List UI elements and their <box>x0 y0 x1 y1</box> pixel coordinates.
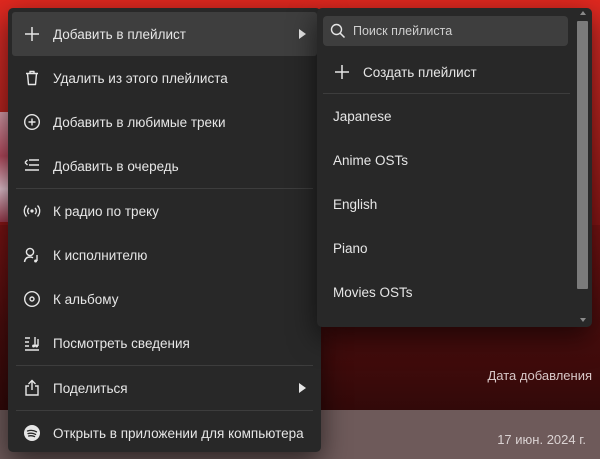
menu-item-label: К радио по треку <box>53 203 159 219</box>
submenu-scrollbar[interactable] <box>576 8 592 327</box>
menu-item-label: Добавить в любимые треки <box>53 114 226 130</box>
menu-item-add-to-playlist[interactable]: Добавить в плейлист <box>12 12 317 56</box>
spotify-icon <box>22 423 42 443</box>
chevron-right-icon <box>299 383 306 393</box>
create-playlist-label: Создать плейлист <box>363 64 477 80</box>
menu-item-label: Открыть в приложении для компьютера <box>53 425 304 441</box>
menu-item-add-to-liked[interactable]: Добавить в любимые треки <box>12 100 317 144</box>
playlist-item[interactable]: English <box>323 182 568 226</box>
album-cover-thumbnail <box>0 112 8 222</box>
playlist-item[interactable]: Anime OSTs <box>323 138 568 182</box>
scrollbar-thumb[interactable] <box>577 21 588 289</box>
menu-item-label: К исполнителю <box>53 247 148 263</box>
scroll-up-arrow-icon[interactable] <box>580 11 586 15</box>
playlist-item[interactable]: Piano <box>323 226 568 270</box>
share-icon <box>22 378 42 398</box>
chevron-right-icon <box>299 29 306 39</box>
playlist-search-input[interactable] <box>353 24 558 38</box>
plus-icon <box>327 64 357 80</box>
search-icon <box>323 23 353 39</box>
credits-icon <box>22 333 42 353</box>
menu-item-label: Удалить из этого плейлиста <box>53 70 228 86</box>
trash-icon <box>22 68 42 88</box>
radio-icon <box>22 201 42 221</box>
plus-icon <box>22 24 42 44</box>
playlist-search-box[interactable] <box>323 16 568 46</box>
track-date-added: 17 июн. 2024 г. <box>497 432 586 447</box>
menu-item-go-to-album[interactable]: К альбому <box>12 277 317 321</box>
menu-item-view-credits[interactable]: Посмотреть сведения <box>12 321 317 365</box>
menu-item-remove-from-playlist[interactable]: Удалить из этого плейлиста <box>12 56 317 100</box>
menu-item-label: Посмотреть сведения <box>53 335 190 351</box>
playlist-item[interactable]: Japanese <box>323 94 568 138</box>
menu-item-track-radio[interactable]: К радио по треку <box>12 189 317 233</box>
menu-item-label: К альбому <box>53 291 119 307</box>
playlist-item[interactable]: Movies OSTs <box>323 270 568 314</box>
artist-icon <box>22 245 42 265</box>
menu-item-add-to-queue[interactable]: Добавить в очередь <box>12 144 317 188</box>
menu-item-label: Добавить в очередь <box>53 158 179 174</box>
menu-item-open-in-desktop[interactable]: Открыть в приложении для компьютера <box>12 411 317 455</box>
menu-item-share[interactable]: Поделиться <box>12 366 317 410</box>
menu-item-label: Добавить в плейлист <box>53 26 186 42</box>
create-playlist-button[interactable]: Создать плейлист <box>323 50 568 94</box>
scroll-down-arrow-icon[interactable] <box>580 318 586 322</box>
menu-item-go-to-artist[interactable]: К исполнителю <box>12 233 317 277</box>
track-context-menu: Добавить в плейлист Удалить из этого пле… <box>8 8 321 452</box>
plus-circle-icon <box>22 112 42 132</box>
date-added-column-header[interactable]: Дата добавления <box>488 368 593 383</box>
album-icon <box>22 289 42 309</box>
add-to-playlist-submenu: Создать плейлист Japanese Anime OSTs Eng… <box>317 8 592 327</box>
queue-icon <box>22 156 42 176</box>
menu-item-label: Поделиться <box>53 380 128 396</box>
